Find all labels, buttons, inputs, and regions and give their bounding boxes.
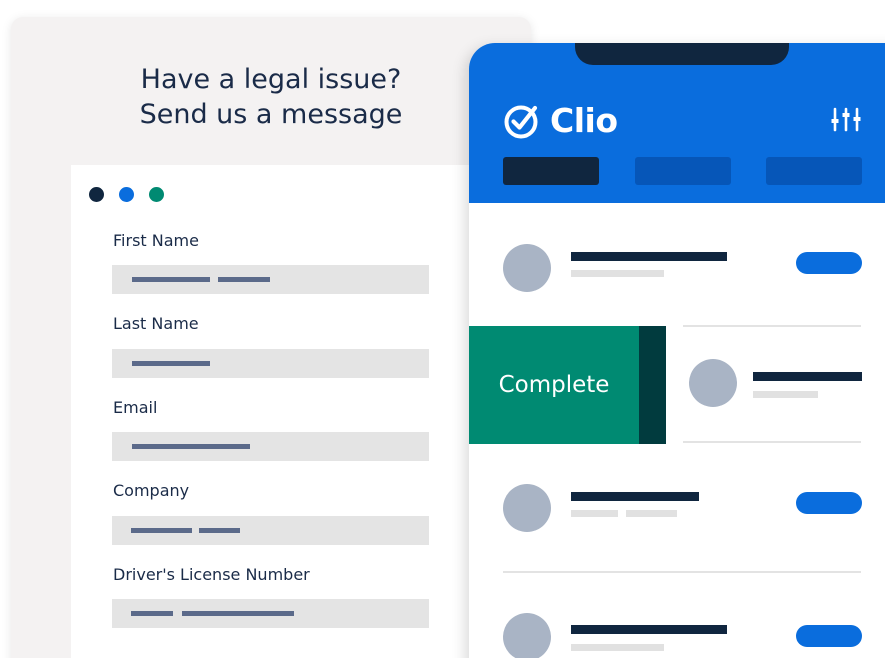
- last-name-input[interactable]: [112, 349, 429, 378]
- placeholder-bar: [182, 611, 294, 616]
- placeholder-bar: [132, 361, 210, 366]
- item-title-bar: [571, 252, 727, 261]
- window-dot-blue: [119, 187, 134, 202]
- form-window: First Name Last Name Email Company Drive…: [71, 165, 531, 658]
- intake-form-card: Have a legal issue? Send us a message Fi…: [11, 17, 531, 658]
- item-subtitle-bar: [571, 644, 664, 651]
- tab-third[interactable]: [766, 157, 862, 185]
- status-pill[interactable]: [796, 252, 862, 274]
- item-title-bar: [753, 372, 862, 381]
- stage: Have a legal issue? Send us a message Fi…: [0, 0, 885, 658]
- company-label: Company: [113, 481, 190, 500]
- email-label: Email: [113, 398, 158, 417]
- swipe-edge: [639, 326, 666, 444]
- complete-swipe-action[interactable]: Complete: [469, 326, 639, 444]
- placeholder-bar: [131, 528, 192, 533]
- sliders-icon[interactable]: [831, 106, 863, 132]
- brand-name: Clio: [550, 101, 618, 140]
- check-circle-icon: [504, 105, 538, 138]
- company-input[interactable]: [112, 516, 429, 545]
- first-name-input[interactable]: [112, 265, 429, 294]
- tab-second[interactable]: [635, 157, 731, 185]
- item-subtitle-bar: [571, 270, 664, 277]
- form-title-line-2: Send us a message: [139, 99, 403, 130]
- status-pill[interactable]: [796, 492, 862, 514]
- placeholder-bar: [131, 611, 173, 616]
- phone-app: Clio Complete: [469, 43, 885, 658]
- email-input[interactable]: [112, 432, 429, 461]
- placeholder-bar: [218, 277, 270, 282]
- placeholder-bar: [132, 444, 250, 449]
- placeholder-bar: [199, 528, 240, 533]
- item-title-bar: [571, 492, 699, 501]
- tab-active[interactable]: [503, 157, 599, 185]
- last-name-label: Last Name: [113, 314, 199, 333]
- avatar: [503, 484, 551, 532]
- form-title-line-1: Have a legal issue?: [140, 64, 402, 95]
- placeholder-bar: [132, 277, 210, 282]
- form-title: Have a legal issue? Send us a message: [11, 62, 531, 132]
- item-subtitle-bar: [753, 391, 818, 398]
- item-subtitle-bar: [571, 510, 618, 517]
- phone-notch: [575, 43, 789, 65]
- avatar: [503, 244, 551, 292]
- drivers-license-input[interactable]: [112, 599, 429, 628]
- window-dot-green: [149, 187, 164, 202]
- first-name-label: First Name: [113, 231, 199, 250]
- complete-label: Complete: [498, 372, 610, 398]
- item-subtitle-bar: [626, 510, 677, 517]
- app-header: Clio: [469, 43, 885, 203]
- drivers-license-label: Driver's License Number: [113, 565, 310, 584]
- divider: [683, 325, 861, 327]
- avatar: [503, 613, 551, 658]
- item-title-bar: [571, 625, 727, 634]
- divider: [683, 441, 861, 443]
- status-pill[interactable]: [796, 625, 862, 647]
- window-dot-navy: [89, 187, 104, 202]
- window-controls: [89, 187, 164, 202]
- avatar: [689, 359, 737, 407]
- divider: [503, 571, 861, 573]
- clio-logo: Clio: [503, 101, 618, 140]
